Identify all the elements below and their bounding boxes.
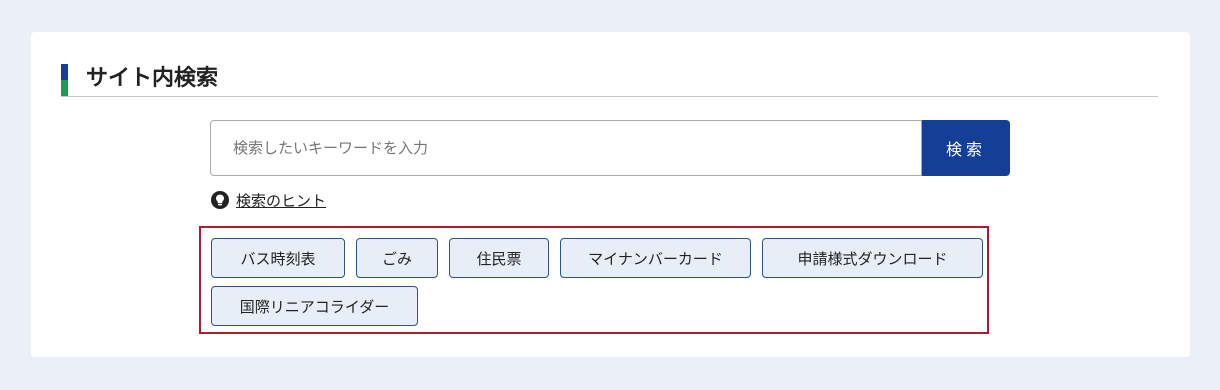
keyword-garbage[interactable]: ごみ [356, 238, 438, 278]
search-button[interactable]: 検索 [922, 120, 1010, 176]
search-input[interactable] [210, 120, 922, 176]
popular-keywords: バス時刻表 ごみ 住民票 マイナンバーカード 申請様式ダウンロード 国際リニアコ… [199, 226, 989, 334]
keyword-ilc[interactable]: 国際リニアコライダー [211, 286, 418, 326]
search-form: 検索 [210, 120, 1010, 176]
page-title: サイト内検索 [86, 66, 219, 91]
keyword-resident-certificate[interactable]: 住民票 [449, 238, 549, 278]
keyword-my-number-card[interactable]: マイナンバーカード [560, 238, 751, 278]
site-search-panel: サイト内検索 検索 検索のヒント バス時刻表 ごみ 住民票 マイナンバーカード … [31, 32, 1190, 357]
heading-accent-bar [61, 64, 68, 96]
section-heading: サイト内検索 [61, 64, 1158, 97]
keyword-bus-timetable[interactable]: バス時刻表 [211, 238, 345, 278]
search-hint-link[interactable]: 検索のヒント [236, 190, 326, 211]
search-hint: 検索のヒント [211, 189, 326, 211]
keyword-application-forms[interactable]: 申請様式ダウンロード [762, 238, 983, 278]
lightbulb-icon [211, 191, 229, 209]
